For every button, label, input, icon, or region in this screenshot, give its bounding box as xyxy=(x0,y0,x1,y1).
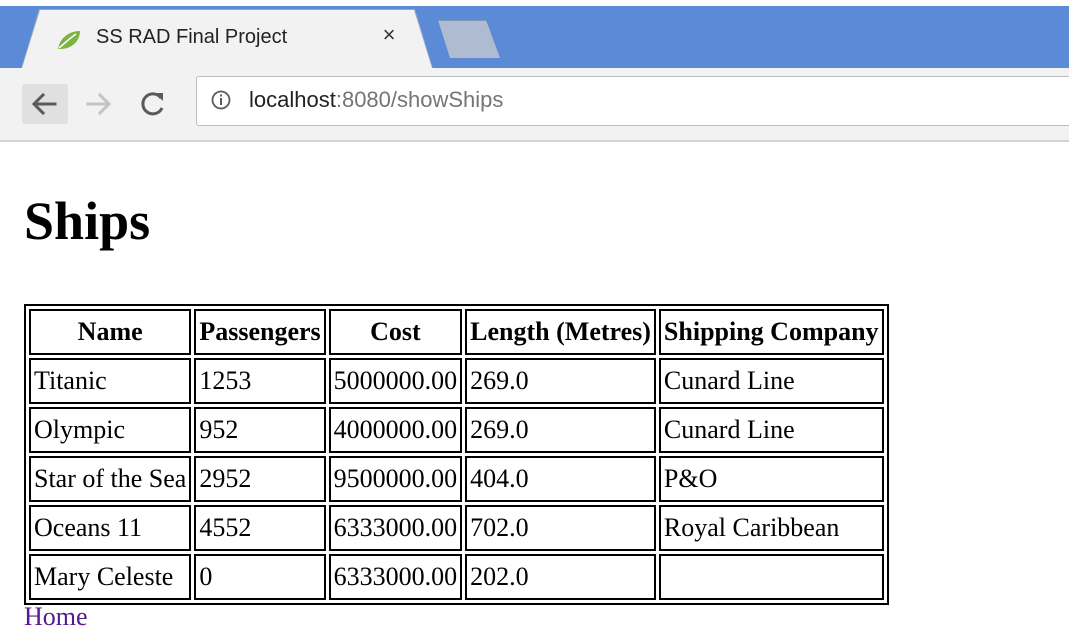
cell-length: 202.0 xyxy=(465,554,656,600)
ships-table: Name Passengers Cost Length (Metres) Shi… xyxy=(24,304,889,605)
back-button[interactable] xyxy=(22,84,68,124)
cell-name: Titanic xyxy=(29,358,192,404)
cell-length: 702.0 xyxy=(465,505,656,551)
browser-toolbar: localhost:8080/showShips xyxy=(0,68,1069,142)
reload-icon xyxy=(141,92,164,116)
cell-length: 269.0 xyxy=(465,358,656,404)
cell-cost: 6333000.00 xyxy=(328,505,463,551)
home-link[interactable]: Home xyxy=(24,602,88,632)
cell-length: 404.0 xyxy=(465,456,656,502)
header-cost: Cost xyxy=(328,309,463,355)
url-path: :8080/showShips xyxy=(335,87,504,112)
header-passengers: Passengers xyxy=(194,309,326,355)
cell-name: Oceans 11 xyxy=(29,505,192,551)
cell-cost: 5000000.00 xyxy=(328,358,463,404)
header-length: Length (Metres) xyxy=(465,309,656,355)
cell-shipping-company: P&O xyxy=(658,456,884,502)
cell-cost: 4000000.00 xyxy=(328,407,463,453)
cell-shipping-company: Royal Caribbean xyxy=(658,505,884,551)
cell-cost: 9500000.00 xyxy=(328,456,463,502)
cell-shipping-company: Cunard Line xyxy=(658,358,884,404)
tab-close-button[interactable]: × xyxy=(378,24,400,46)
table-row: Titanic 1253 5000000.00 269.0 Cunard Lin… xyxy=(29,358,884,404)
cell-shipping-company xyxy=(658,554,884,600)
cell-length: 269.0 xyxy=(465,407,656,453)
table-header-row: Name Passengers Cost Length (Metres) Shi… xyxy=(29,309,884,355)
cell-cost: 6333000.00 xyxy=(328,554,463,600)
cell-passengers: 0 xyxy=(194,554,326,600)
address-bar[interactable]: localhost:8080/showShips xyxy=(196,76,1069,126)
tab-title: SS RAD Final Project xyxy=(96,26,288,48)
cell-name: Mary Celeste xyxy=(29,554,192,600)
cell-passengers: 952 xyxy=(194,407,326,453)
page-title: Ships xyxy=(24,191,151,251)
reload-button[interactable] xyxy=(132,84,172,124)
cell-passengers: 2952 xyxy=(194,456,326,502)
arrow-left-icon xyxy=(31,92,57,116)
url-host: localhost xyxy=(249,87,336,112)
cell-passengers: 4552 xyxy=(194,505,326,551)
cell-passengers: 1253 xyxy=(194,358,326,404)
table-row: Mary Celeste 0 6333000.00 202.0 xyxy=(29,554,884,600)
table-row: Oceans 11 4552 6333000.00 702.0 Royal Ca… xyxy=(29,505,884,551)
table-row: Star of the Sea 2952 9500000.00 404.0 P&… xyxy=(29,456,884,502)
browser-chrome: SS RAD Final Project × localhost:8080/sh… xyxy=(0,0,1069,142)
header-name: Name xyxy=(29,309,192,355)
header-shipping-company: Shipping Company xyxy=(658,309,884,355)
spring-leaf-icon xyxy=(58,31,80,49)
cell-name: Olympic xyxy=(29,407,192,453)
forward-button[interactable] xyxy=(80,84,120,124)
info-icon[interactable] xyxy=(211,90,231,110)
table-row: Olympic 952 4000000.00 269.0 Cunard Line xyxy=(29,407,884,453)
arrow-right-icon xyxy=(86,92,112,116)
url-text[interactable]: localhost:8080/showShips xyxy=(249,87,503,113)
cell-shipping-company: Cunard Line xyxy=(658,407,884,453)
tab-strip: SS RAD Final Project × xyxy=(0,0,1069,69)
cell-name: Star of the Sea xyxy=(29,456,192,502)
